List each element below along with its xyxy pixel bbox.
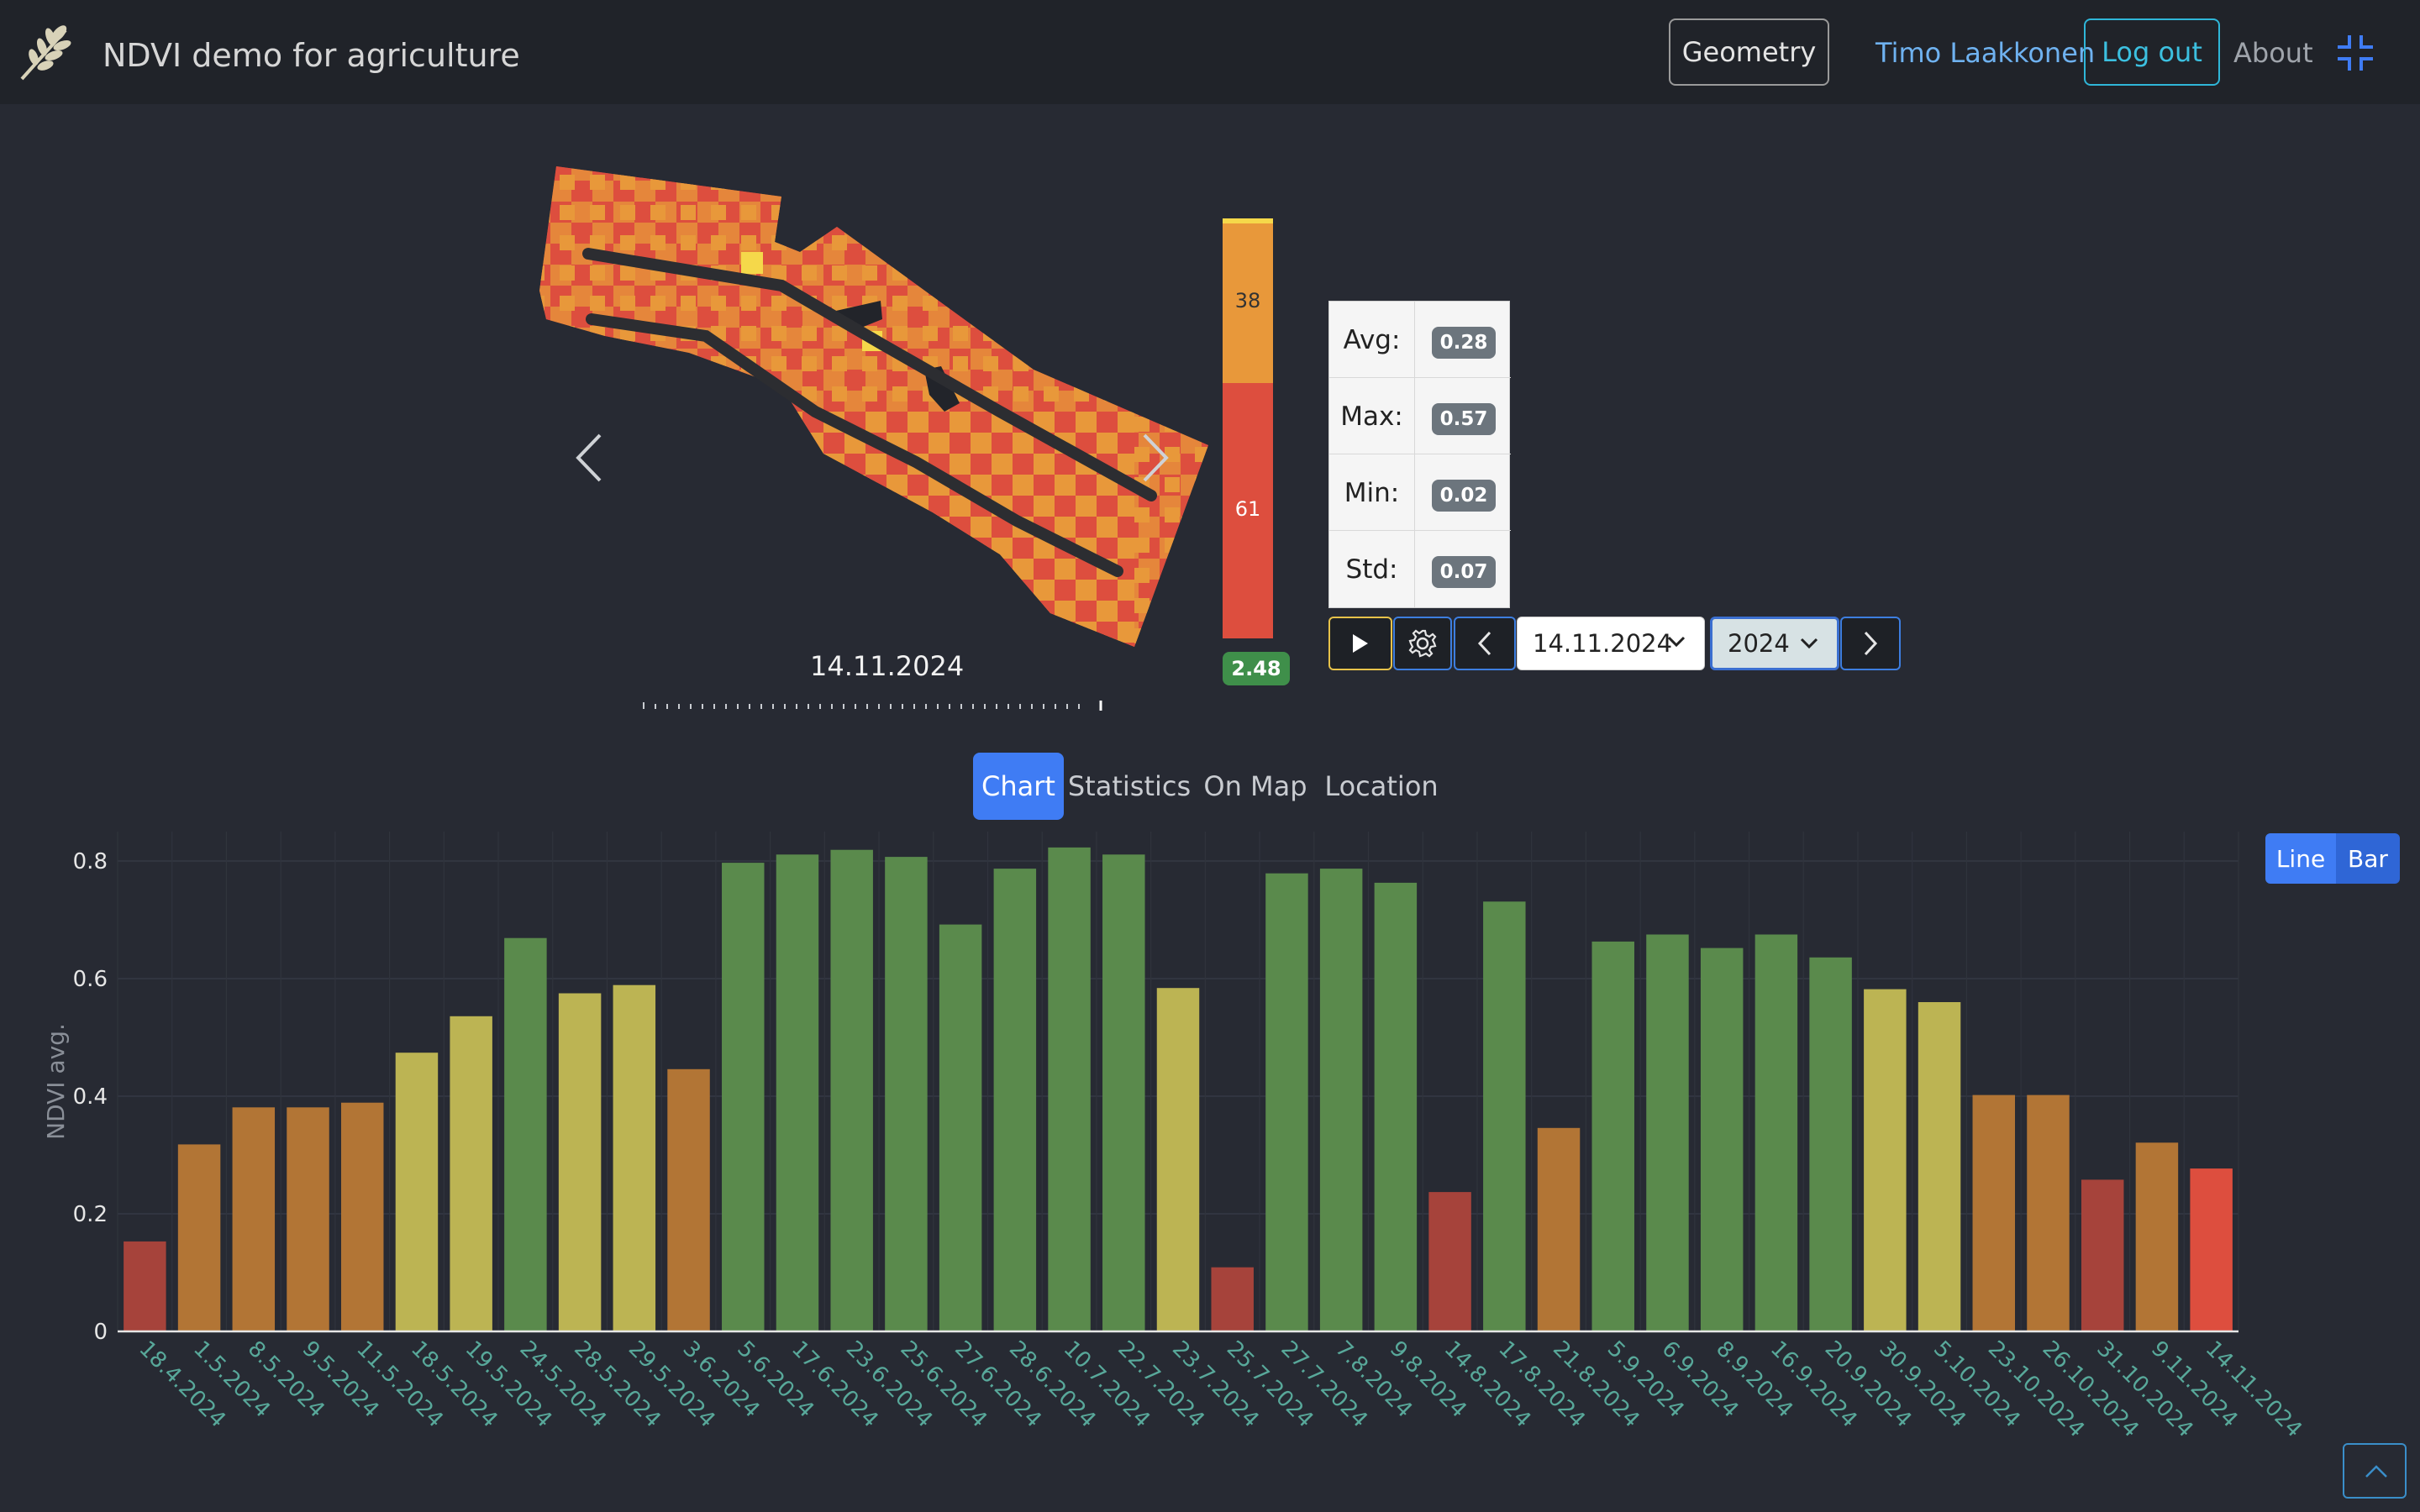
chevron-left-icon <box>1477 631 1491 656</box>
chart-bar <box>287 1107 329 1331</box>
chart-bar <box>1048 847 1091 1331</box>
ndvi-field-map <box>539 166 1208 647</box>
chevron-right-icon <box>1864 631 1878 656</box>
navbar: NDVI demo for agriculture Geometry Timo … <box>0 0 2420 104</box>
chart-bar <box>2081 1179 2124 1331</box>
y-tick-label: 0.8 <box>73 849 108 874</box>
ndvi-bar-chart: 00.20.40.60.8NDVI avg.18.4.20241.5.20248… <box>42 832 2307 1442</box>
chart-bar <box>558 993 602 1331</box>
chart-bar <box>1700 948 1744 1331</box>
chart-bar <box>340 1102 384 1331</box>
year-select-value: 2024 <box>1728 629 1790 658</box>
tab-on-map[interactable]: On Map <box>1198 753 1313 820</box>
field-image-date: 14.11.2024 <box>810 650 965 682</box>
stats-label: Avg: <box>1329 302 1415 378</box>
next-date-button[interactable] <box>1840 617 1901 670</box>
chart-bar <box>177 1144 221 1331</box>
collapse-icon[interactable] <box>2336 34 2375 72</box>
chart-bar <box>722 863 765 1331</box>
chart-bar <box>2190 1168 2233 1331</box>
play-icon <box>1353 634 1368 653</box>
chevron-down-icon <box>1667 636 1686 648</box>
chart-bar <box>1102 854 1145 1331</box>
wheat-icon[interactable] <box>17 22 74 82</box>
chart-bar <box>1156 988 1200 1331</box>
y-axis-label: NDVI avg. <box>42 1023 70 1140</box>
ndvi-class-legend: 38 61 <box>1223 218 1273 638</box>
chart-bar <box>1918 1002 1961 1331</box>
settings-button[interactable] <box>1393 617 1452 670</box>
chart-bar <box>667 1068 710 1331</box>
about-link[interactable]: About <box>2233 37 2313 69</box>
chart-bar <box>830 849 873 1331</box>
chart-bar <box>1864 989 1907 1331</box>
chart-bar <box>1972 1095 2016 1331</box>
chart-bar <box>613 984 656 1331</box>
chart-bar <box>1483 901 1526 1331</box>
chart-bar <box>993 869 1037 1331</box>
chart-bar <box>1265 873 1308 1331</box>
stats-row: Min: 0.02 <box>1329 454 1511 531</box>
carousel-prev-icon[interactable] <box>571 428 605 487</box>
play-button[interactable] <box>1328 617 1392 670</box>
ndvi-stats-table: Avg: 0.28 Max: 0.57 Min: 0.02 Std: 0.07 <box>1328 301 1511 608</box>
chart-bar <box>504 937 547 1331</box>
chart-bar <box>1428 1192 1471 1331</box>
stats-label: Max: <box>1329 378 1415 454</box>
legend-orange-count: 38 <box>1234 289 1261 312</box>
logout-button[interactable]: Log out <box>2084 18 2220 86</box>
carousel-next-icon[interactable] <box>1139 428 1173 487</box>
chart-bar <box>1646 934 1689 1331</box>
chart-bar <box>232 1107 276 1331</box>
chart-bar <box>885 857 928 1331</box>
tab-chart[interactable]: Chart <box>973 753 1064 820</box>
y-tick-label: 0.4 <box>73 1084 108 1110</box>
chart-bar <box>1374 882 1418 1331</box>
chart-bar <box>450 1016 492 1331</box>
chevron-up-icon <box>2365 1465 2387 1478</box>
year-select[interactable]: 2024 <box>1710 617 1839 670</box>
scroll-to-top-button[interactable] <box>2343 1443 2407 1499</box>
y-tick-label: 0 <box>93 1320 108 1345</box>
chart-bar <box>2027 1095 2070 1331</box>
legend-red-count: 61 <box>1234 497 1261 521</box>
chart-bar <box>939 924 982 1331</box>
date-select[interactable]: 14.11.2024 <box>1517 617 1705 670</box>
stats-label: Min: <box>1329 454 1415 531</box>
timeline-ticks[interactable] <box>640 701 1104 711</box>
date-select-value: 14.11.2024 <box>1533 629 1673 658</box>
stats-value-badge: 0.57 <box>1432 403 1496 435</box>
geometry-button[interactable]: Geometry <box>1669 18 1829 86</box>
chart-bar <box>1591 941 1634 1331</box>
prev-date-button[interactable] <box>1454 617 1516 670</box>
chart-bar <box>1211 1267 1254 1331</box>
chart-bar <box>1319 869 1363 1331</box>
y-tick-label: 0.2 <box>73 1202 108 1227</box>
app-title[interactable]: NDVI demo for agriculture <box>103 37 520 74</box>
stats-value-badge: 0.02 <box>1432 480 1496 512</box>
chart-bar <box>2135 1142 2179 1331</box>
user-name-link[interactable]: Timo Laakkonen <box>1876 37 2095 69</box>
chart-bar <box>124 1241 166 1331</box>
stats-row: Avg: 0.28 <box>1329 302 1511 378</box>
y-tick-label: 0.6 <box>73 967 108 992</box>
chart-bar <box>395 1053 439 1331</box>
tab-location[interactable]: Location <box>1324 753 1439 820</box>
legend-total-badge: 2.48 <box>1223 652 1290 685</box>
stats-value-badge: 0.07 <box>1432 556 1496 588</box>
tab-statistics[interactable]: Statistics <box>1068 753 1191 820</box>
chart-bar <box>776 854 819 1331</box>
chart-bar <box>1809 957 1852 1331</box>
gear-icon <box>1408 629 1437 658</box>
chart-bar <box>1537 1127 1581 1331</box>
stats-row: Max: 0.57 <box>1329 378 1511 454</box>
stats-row: Std: 0.07 <box>1329 531 1511 607</box>
stats-value-badge: 0.28 <box>1432 327 1496 359</box>
chart-bar <box>1754 934 1798 1331</box>
stats-label: Std: <box>1329 531 1415 607</box>
chevron-down-icon <box>1800 638 1818 649</box>
